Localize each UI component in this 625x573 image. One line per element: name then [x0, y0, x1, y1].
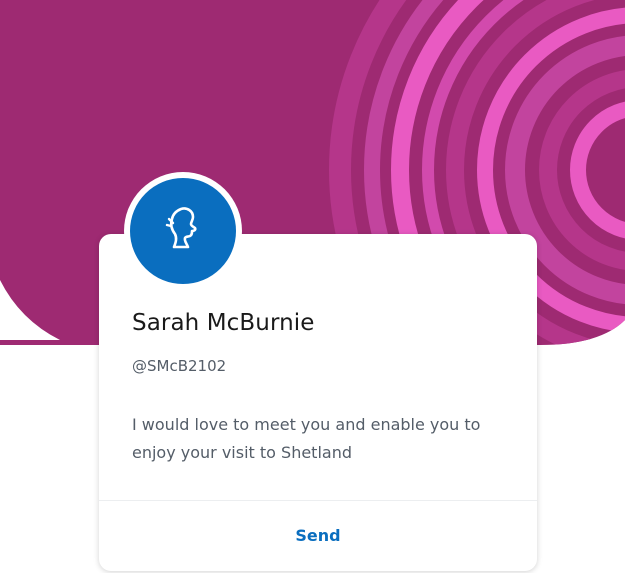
- profile-page: Sarah McBurnie @SMcB2102 I would love to…: [0, 0, 625, 573]
- avatar: [124, 172, 242, 290]
- profile-handle: @SMcB2102: [132, 357, 227, 375]
- send-button[interactable]: Send: [99, 501, 537, 569]
- profile-name: Sarah McBurnie: [132, 310, 315, 336]
- profile-bio: I would love to meet you and enable you …: [132, 415, 481, 462]
- avatar-circle: [130, 178, 236, 284]
- user-silhouette-icon: [161, 205, 205, 257]
